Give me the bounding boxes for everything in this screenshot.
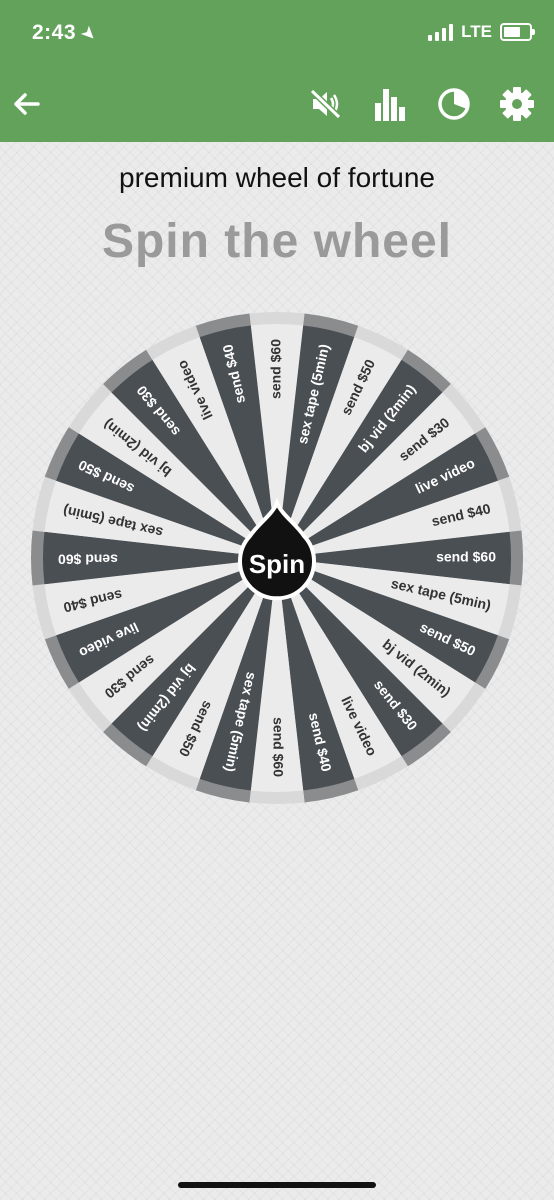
signal-icon [428,23,454,41]
wheel-segment-label: send $60 [268,339,284,399]
settings-gear-icon [500,87,534,121]
bar-chart-icon [375,89,405,121]
wheel-segment-label: send $60 [270,717,286,777]
location-arrow-icon: ➤ [77,23,100,46]
app-header: 2:43 ➤ LTE [0,0,554,142]
status-time: 2:43 ➤ [32,21,100,46]
fortune-wheel[interactable]: send $60 sex tape (5min) send $50bj vid (2… [0,290,554,830]
spin-label: Spin [249,549,305,579]
pie-chart-button[interactable] [434,84,474,124]
status-indicators: LTE [428,22,535,42]
back-button[interactable] [6,84,46,124]
page-subtitle: premium wheel of fortune [119,162,435,193]
battery-icon [500,23,535,41]
stats-button[interactable] [369,84,409,124]
back-arrow-icon [14,93,40,115]
mute-button[interactable] [306,84,346,124]
settings-button[interactable] [497,84,537,124]
wheel-segment-label: send $60 [58,551,118,567]
wheel-segment-label: send $60 [436,549,496,565]
home-indicator [178,1182,376,1188]
page-title: Spin the wheel [101,215,453,268]
sound-muted-icon [309,88,342,120]
network-label: LTE [461,22,492,41]
pie-chart-icon [438,88,470,120]
